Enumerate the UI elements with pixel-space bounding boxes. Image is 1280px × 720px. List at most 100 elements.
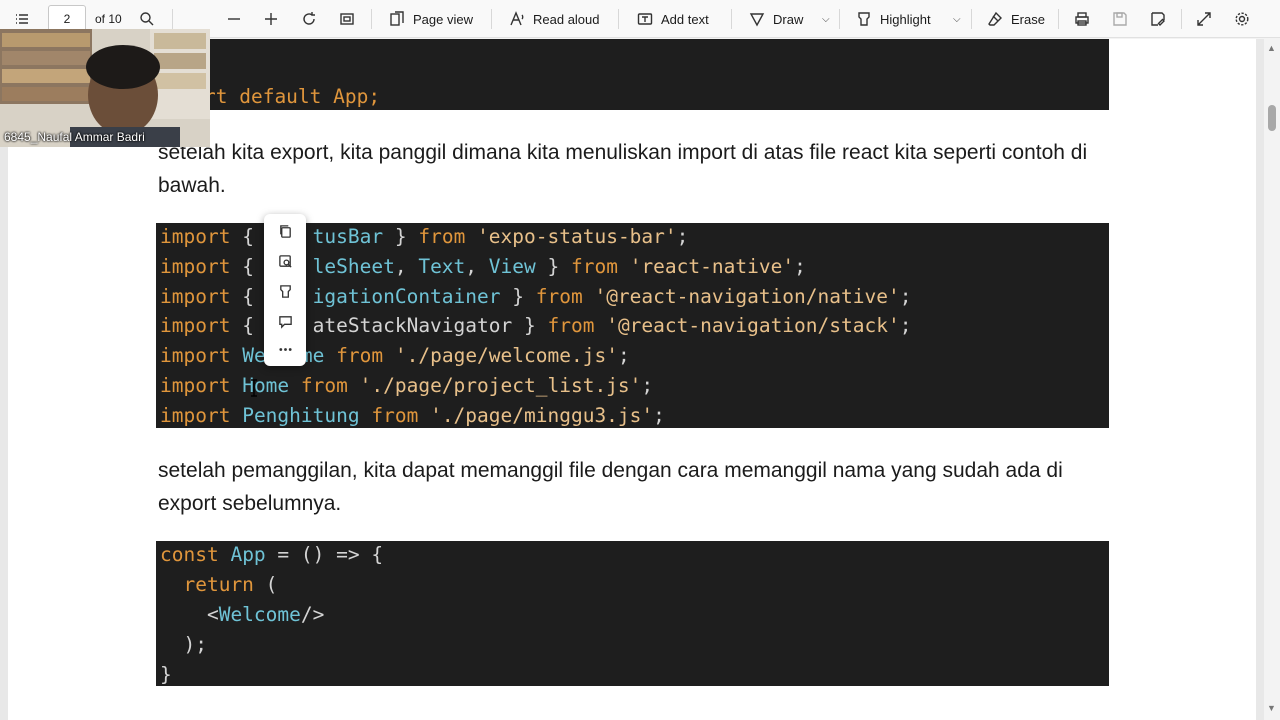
code-token: import xyxy=(160,254,231,278)
save-as-icon xyxy=(1149,10,1167,28)
add-comment-button[interactable] xyxy=(274,310,296,332)
save-as-button[interactable] xyxy=(1149,0,1167,38)
code-token: ; xyxy=(676,225,689,248)
code-token: igationContainer xyxy=(312,284,501,308)
code-token: ); xyxy=(160,633,207,656)
page-view-icon xyxy=(388,10,406,28)
rotate-button[interactable] xyxy=(300,0,318,38)
code-token: } xyxy=(535,254,571,278)
read-aloud-icon xyxy=(508,10,526,28)
code-token: from xyxy=(535,284,583,308)
settings-button[interactable] xyxy=(1233,0,1251,38)
list-icon xyxy=(13,10,31,28)
code-line: import Home from './page/project_list.js… xyxy=(160,374,653,398)
erase-label: Erase xyxy=(1011,11,1045,27)
printer-icon xyxy=(1073,10,1091,28)
code-token: '@react-navigation/native' xyxy=(594,284,900,308)
more-options-button[interactable] xyxy=(274,338,296,360)
paragraph: setelah pemanggilan, kita dapat memanggi… xyxy=(158,459,1063,515)
code-token: { xyxy=(230,314,266,338)
fit-page-icon xyxy=(338,10,356,28)
minus-icon xyxy=(225,10,243,28)
code-token: import xyxy=(160,374,231,397)
toolbar-divider xyxy=(172,9,173,29)
code-token: './page/project_list.js' xyxy=(359,374,642,397)
code-token: ; xyxy=(617,344,630,368)
code-token: leSheet xyxy=(312,254,395,278)
highlight-button[interactable]: Highlight xyxy=(855,0,931,38)
toolbar-divider xyxy=(731,9,732,29)
code-token: } xyxy=(160,663,172,686)
code-line: <Welcome/> xyxy=(160,603,324,627)
print-button[interactable] xyxy=(1073,0,1091,38)
code-token: { xyxy=(230,284,266,308)
code-line: return ( xyxy=(160,573,277,597)
code-token: Text xyxy=(418,254,466,278)
scrollbar-thumb[interactable] xyxy=(1268,105,1276,131)
full-screen-button[interactable] xyxy=(1195,0,1213,38)
code-token: ( xyxy=(253,573,278,596)
code-token: Penghitung xyxy=(242,403,360,427)
code-token: , xyxy=(465,254,489,278)
code-token: 'expo-status-bar' xyxy=(477,225,677,248)
scroll-up-arrow-icon[interactable]: ▲ xyxy=(1267,43,1276,53)
code-token: import xyxy=(160,225,231,248)
search-icon xyxy=(138,10,156,28)
draw-button[interactable]: Draw xyxy=(748,0,803,38)
code-token: import xyxy=(160,284,231,308)
highlight-selection-button[interactable] xyxy=(274,280,296,302)
copy-icon xyxy=(279,224,291,238)
add-text-icon xyxy=(636,10,654,28)
add-text-button[interactable]: Add text xyxy=(636,0,709,38)
toolbar-divider xyxy=(839,9,840,29)
ask-copilot-button[interactable] xyxy=(274,250,296,272)
code-block-app: const App = () => { return ( <Welcome/> … xyxy=(156,541,1109,686)
vertical-scrollbar[interactable]: ▲ ▼ xyxy=(1264,39,1280,720)
zoom-out-button[interactable] xyxy=(225,0,243,38)
save-button[interactable] xyxy=(1111,0,1129,38)
code-token: from xyxy=(336,344,384,368)
draw-options-button[interactable]: ⌵ xyxy=(822,0,830,38)
text-cursor-icon xyxy=(251,379,257,397)
draw-icon xyxy=(748,10,766,28)
code-token: const xyxy=(160,543,219,566)
code-token: rt default App; xyxy=(204,85,381,108)
rotate-icon xyxy=(300,10,318,28)
code-token: '@react-navigation/stack' xyxy=(606,314,900,338)
code-line: } xyxy=(160,663,172,687)
search-page-icon xyxy=(278,254,292,268)
toolbar-divider xyxy=(1058,9,1059,29)
code-token: ; xyxy=(899,284,912,308)
erase-button[interactable]: Erase xyxy=(986,0,1045,38)
page-view-button[interactable]: Page view xyxy=(388,0,473,38)
code-token: './page/minggu3.js' xyxy=(430,403,654,427)
read-aloud-button[interactable]: Read aloud xyxy=(508,0,600,38)
code-token: 'react-native' xyxy=(629,254,795,278)
code-token: } xyxy=(383,225,419,248)
fit-page-button[interactable] xyxy=(338,0,356,38)
copy-button[interactable] xyxy=(274,220,296,242)
expand-icon xyxy=(1195,10,1213,28)
toolbar-divider xyxy=(971,9,972,29)
code-token: = () => { xyxy=(265,543,384,566)
code-token: from xyxy=(371,403,419,427)
code-line: import { tusBar } from 'expo-status-bar'… xyxy=(160,225,688,249)
scroll-down-arrow-icon[interactable]: ▼ xyxy=(1267,703,1276,713)
save-icon xyxy=(1111,10,1129,28)
page-view-label: Page view xyxy=(413,11,473,27)
code-token: < xyxy=(160,603,219,626)
zoom-in-button[interactable] xyxy=(262,0,280,38)
highlight-options-button[interactable]: ⌵ xyxy=(953,0,961,38)
code-line: import { leSheet, Text, View } from 'rea… xyxy=(160,255,806,279)
code-token: { xyxy=(230,225,266,248)
highlighter-icon xyxy=(855,10,873,28)
comment-icon xyxy=(278,315,292,329)
read-aloud-label: Read aloud xyxy=(533,11,600,27)
plus-icon xyxy=(262,10,280,28)
